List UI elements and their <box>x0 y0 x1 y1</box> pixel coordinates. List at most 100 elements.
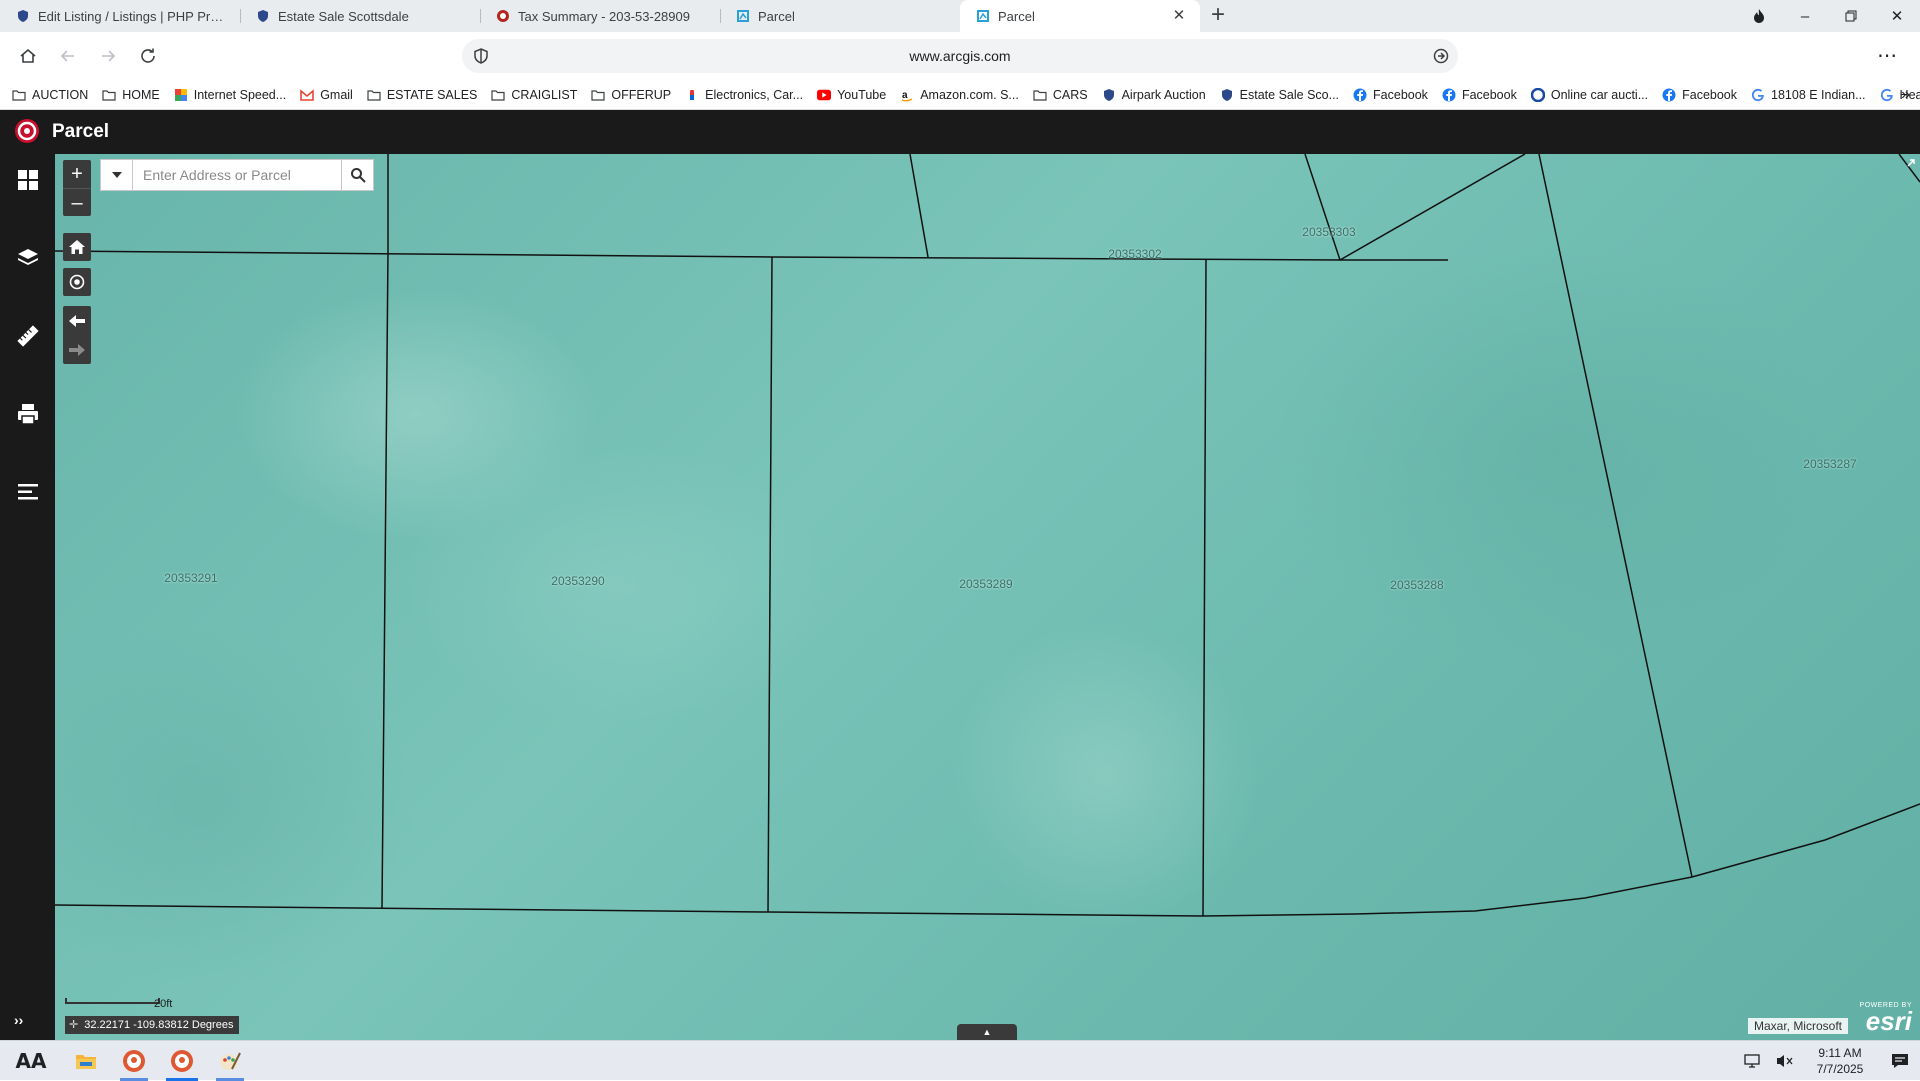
bookmark-label: AUCTION <box>32 87 89 102</box>
home-extent-button[interactable] <box>63 233 91 261</box>
facebook-icon <box>1353 88 1367 102</box>
bookmark-item[interactable]: AUCTION <box>12 88 88 102</box>
network-icon[interactable] <box>1736 1053 1768 1069</box>
file-explorer-icon[interactable] <box>62 1041 110 1081</box>
notifications-icon[interactable] <box>1880 1053 1920 1069</box>
new-tab-button[interactable]: + <box>1200 0 1236 32</box>
close-window-icon[interactable]: ✕ <box>1874 0 1920 32</box>
parcel-label[interactable]: 20353302 <box>1108 247 1161 261</box>
parcel-label[interactable]: 20353303 <box>1302 225 1355 239</box>
parcel-label[interactable]: 20353287 <box>1803 457 1856 471</box>
system-tray: 9:11 AM 7/7/2025 <box>1736 1041 1920 1081</box>
forward-arrow-icon[interactable] <box>90 38 126 74</box>
bookmark-label: HOME <box>122 87 160 102</box>
bookmark-item[interactable]: a Amazon.com. S... <box>900 88 1019 102</box>
address-bar[interactable]: www.arcgis.com <box>462 39 1458 73</box>
window-controls: – ✕ <box>1736 0 1920 32</box>
parcel-boundary <box>55 250 1448 261</box>
bookmark-item[interactable]: Electronics, Car... <box>685 88 803 102</box>
bookmark-item[interactable]: ESTATE SALES <box>367 88 477 102</box>
search-button[interactable] <box>341 160 373 190</box>
coordinate-text: 32.22171 -109.83812 Degrees <box>84 1019 234 1031</box>
zoom-in-button[interactable]: + <box>63 160 91 188</box>
address-search <box>100 159 374 191</box>
shield-favicon-icon <box>16 9 30 23</box>
search-source-dropdown[interactable] <box>101 160 133 190</box>
parcel-boundary <box>381 250 389 909</box>
bookmark-item[interactable]: Gmail <box>300 88 353 102</box>
parcel-boundary <box>909 154 929 258</box>
taskbar: AA 9:11 AM 7/7/2025 <box>0 1040 1920 1081</box>
parcel-label[interactable]: 20353291 <box>164 571 217 585</box>
volume-muted-icon[interactable] <box>1768 1053 1800 1069</box>
bookmark-item[interactable]: Estate Sale Sco... <box>1220 88 1339 102</box>
paint-app-icon[interactable] <box>206 1041 254 1081</box>
arcgis-favicon-icon <box>736 9 750 23</box>
shield-icon[interactable] <box>472 47 490 68</box>
bookmark-item[interactable]: Internet Speed... <box>174 88 286 102</box>
tab-parcel-2[interactable]: Parcel ✕ <box>960 0 1200 32</box>
restore-icon[interactable] <box>1828 0 1874 32</box>
more-bookmarks-icon[interactable]: » <box>1901 86 1910 104</box>
minimize-icon[interactable]: – <box>1782 0 1828 32</box>
bookmark-item[interactable]: 18108 E Indian... <box>1751 88 1866 102</box>
bookmark-item[interactable]: CARS <box>1033 88 1088 102</box>
scale-label: 20ft <box>154 998 173 1010</box>
expand-corner-icon[interactable] <box>1904 156 1918 173</box>
print-icon[interactable] <box>12 398 44 430</box>
ebay-icon <box>685 88 699 102</box>
zoom-out-button[interactable]: – <box>63 188 91 216</box>
close-tab-icon[interactable]: ✕ <box>1170 7 1188 25</box>
bookmark-item[interactable]: YouTube <box>817 88 886 102</box>
layers-icon[interactable] <box>12 242 44 274</box>
shield-favicon-icon <box>256 9 270 23</box>
bookmark-label: Electronics, Car... <box>705 87 804 102</box>
locate-button[interactable] <box>63 268 91 296</box>
bookmark-item[interactable]: Facebook <box>1442 88 1517 102</box>
flame-icon[interactable] <box>1736 0 1782 32</box>
expand-sidebar-icon[interactable]: ›› <box>14 1012 23 1028</box>
bookmark-label: Online car aucti... <box>1550 87 1649 102</box>
next-extent-button[interactable] <box>63 335 91 364</box>
parcel-boundary <box>1202 259 1207 917</box>
bookmark-label: Estate Sale Sco... <box>1239 87 1340 102</box>
previous-extent-button[interactable] <box>63 306 91 335</box>
back-arrow-icon[interactable] <box>50 38 86 74</box>
bookmark-item[interactable]: Facebook <box>1353 88 1428 102</box>
home-icon[interactable] <box>10 38 46 74</box>
widgets-grid-icon[interactable] <box>12 164 44 196</box>
parcel-boundary <box>1304 154 1341 261</box>
tab-estate-sale[interactable]: Estate Sale Scottsdale <box>240 0 480 32</box>
tab-tax-summary[interactable]: Tax Summary - 203-53-28909 <box>480 0 720 32</box>
reload-icon[interactable] <box>130 38 166 74</box>
bookmark-item[interactable]: Online car aucti... <box>1530 87 1649 102</box>
svg-text:a: a <box>902 90 908 101</box>
bookmark-item[interactable]: Facebook <box>1662 88 1737 102</box>
coordinate-readout[interactable]: ✛ 32.22171 -109.83812 Degrees <box>65 1016 240 1034</box>
search-input[interactable] <box>133 160 341 190</box>
list-menu-icon[interactable] <box>12 476 44 508</box>
system-clock[interactable]: 9:11 AM 7/7/2025 <box>1800 1045 1880 1077</box>
chat-icon[interactable] <box>1432 47 1450 68</box>
parcel-label[interactable]: 20353290 <box>551 574 604 588</box>
bookmark-label: Gmail <box>320 87 353 102</box>
expand-panel-button[interactable]: ▲ <box>957 1024 1017 1040</box>
bookmark-label: CRAIGLIST <box>511 87 578 102</box>
parcel-label[interactable]: 20353289 <box>959 577 1012 591</box>
bookmark-item[interactable]: HOME <box>102 88 160 102</box>
clock-time: 9:11 AM <box>1818 1046 1862 1060</box>
parcel-label[interactable]: 20353288 <box>1390 578 1443 592</box>
duckduckgo-browser-icon[interactable] <box>110 1041 158 1081</box>
tab-parcel-1[interactable]: Parcel <box>720 0 960 32</box>
bookmark-item[interactable]: OFFERUP <box>591 88 671 102</box>
more-menu-icon[interactable]: ⋯ <box>1877 42 1898 70</box>
tab-edit-listing[interactable]: Edit Listing / Listings | PHP Pro Bid Ad… <box>0 0 240 32</box>
map-view[interactable]: 20353291 20353290 20353289 20353288 2035… <box>55 154 1920 1040</box>
bookmark-item[interactable]: Healing with M... <box>1880 88 1920 102</box>
bookmark-item[interactable]: Airpark Auction <box>1102 88 1206 102</box>
bookmark-label: Amazon.com. S... <box>920 87 1019 102</box>
duckduckgo-active-icon[interactable] <box>158 1041 206 1081</box>
bookmark-item[interactable]: CRAIGLIST <box>491 88 577 102</box>
measure-ruler-icon[interactable] <box>12 320 44 352</box>
text-size-icon[interactable]: AA <box>0 1041 62 1081</box>
